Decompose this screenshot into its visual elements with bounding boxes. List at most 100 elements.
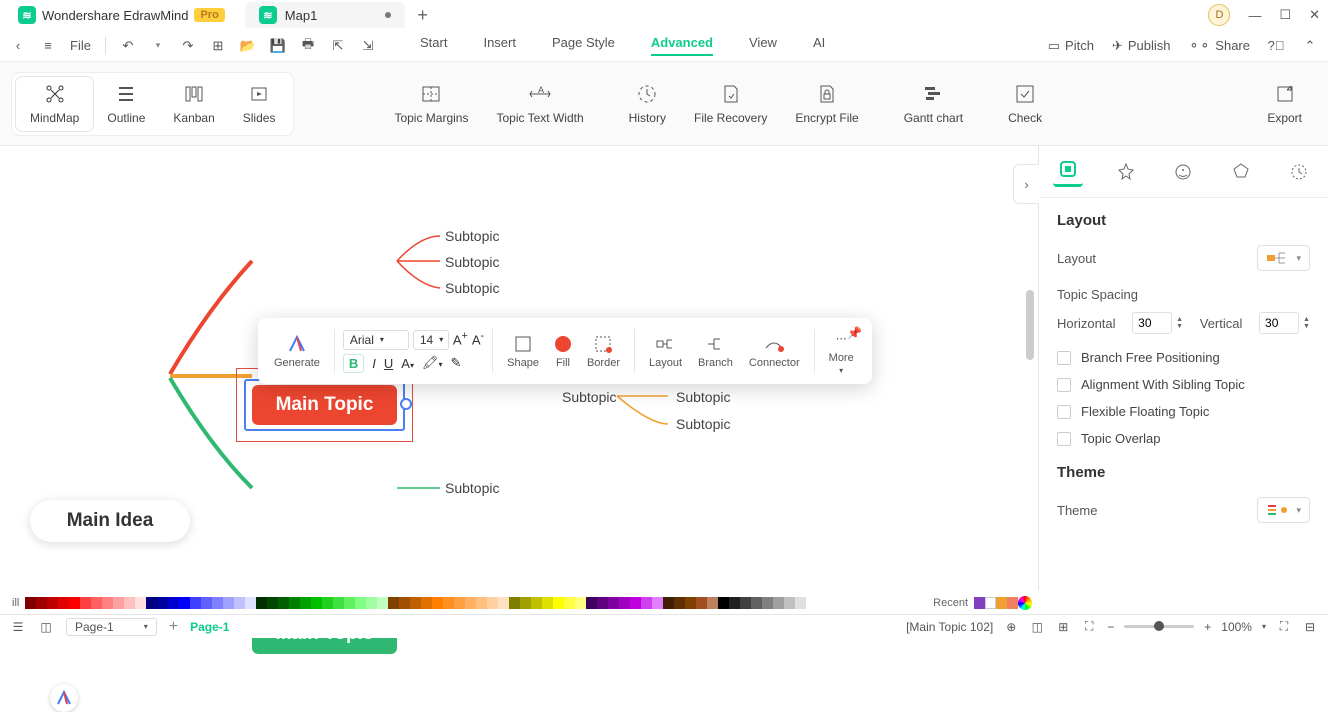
pin-icon[interactable]: 📌: [847, 326, 862, 340]
subtopic-node[interactable]: Subtopic: [445, 480, 499, 496]
font-select[interactable]: Arial▾: [343, 330, 409, 350]
color-swatch[interactable]: [135, 597, 146, 609]
color-swatch[interactable]: [564, 597, 575, 609]
export-button[interactable]: Export: [1253, 77, 1316, 131]
color-swatch[interactable]: [542, 597, 553, 609]
color-swatch[interactable]: [190, 597, 201, 609]
tab-start[interactable]: Start: [420, 35, 447, 56]
check-button[interactable]: Check: [994, 77, 1056, 131]
h-spinner[interactable]: ▲▼: [1176, 316, 1183, 330]
panel-tab-layout[interactable]: [1053, 157, 1083, 187]
color-swatch[interactable]: [25, 597, 36, 609]
tab-advanced[interactable]: Advanced: [651, 35, 713, 56]
color-swatch[interactable]: [652, 597, 663, 609]
branch-free-checkbox[interactable]: Branch Free Positioning: [1057, 350, 1310, 365]
tab-insert[interactable]: Insert: [483, 35, 516, 56]
layout-button[interactable]: Layout: [643, 333, 688, 369]
view-slides[interactable]: Slides: [229, 77, 290, 131]
color-swatch[interactable]: [322, 597, 333, 609]
color-swatch[interactable]: [641, 597, 652, 609]
color-swatch[interactable]: [201, 597, 212, 609]
color-swatch[interactable]: [333, 597, 344, 609]
publish-button[interactable]: ✈Publish: [1112, 38, 1171, 54]
fill-button[interactable]: Fill: [549, 333, 577, 369]
align-sibling-checkbox[interactable]: Alignment With Sibling Topic: [1057, 377, 1310, 392]
color-wheel-icon[interactable]: [1018, 596, 1032, 610]
print-icon[interactable]: 🖶: [300, 38, 316, 54]
color-swatch[interactable]: [476, 597, 487, 609]
undo-icon[interactable]: ↶: [120, 38, 136, 54]
panel-collapse-button[interactable]: ›: [1013, 164, 1039, 204]
topic-margins-button[interactable]: Topic Margins: [380, 77, 482, 131]
new-icon[interactable]: ⊞: [210, 38, 226, 54]
subtopic-node[interactable]: Subtopic: [445, 228, 499, 244]
minimize-panel-icon[interactable]: ⊟: [1302, 619, 1318, 635]
color-swatch[interactable]: [597, 597, 608, 609]
font-color-button[interactable]: A▾: [401, 356, 414, 371]
zoom-in-button[interactable]: +: [1204, 620, 1211, 634]
color-swatch[interactable]: [91, 597, 102, 609]
color-swatch[interactable]: [80, 597, 91, 609]
color-swatch[interactable]: [223, 597, 234, 609]
topic-text-width-button[interactable]: ATopic Text Width: [482, 77, 597, 131]
color-swatch[interactable]: [113, 597, 124, 609]
color-swatch[interactable]: [674, 597, 685, 609]
save-icon[interactable]: 💾: [270, 38, 286, 54]
fullscreen-icon[interactable]: ⛶: [1276, 619, 1292, 635]
horizontal-input[interactable]: [1132, 312, 1172, 334]
color-swatch[interactable]: [355, 597, 366, 609]
color-swatch[interactable]: [168, 597, 179, 609]
tab-ai[interactable]: AI: [813, 35, 825, 56]
color-swatch[interactable]: [487, 597, 498, 609]
theme-select[interactable]: ▾: [1257, 497, 1310, 523]
color-swatch[interactable]: [740, 597, 751, 609]
color-swatch[interactable]: [245, 597, 256, 609]
vertical-input[interactable]: [1259, 312, 1299, 334]
add-tab-button[interactable]: +: [417, 5, 428, 26]
color-swatch[interactable]: [421, 597, 432, 609]
page-selector[interactable]: Page-1▾: [66, 618, 157, 636]
grow-font-icon[interactable]: A+: [453, 330, 468, 350]
grid-icon[interactable]: ⊞: [1055, 619, 1071, 635]
panel-toggle-icon[interactable]: ◫: [38, 619, 54, 635]
color-swatch[interactable]: [179, 597, 190, 609]
main-topic-red[interactable]: Main Topic: [252, 385, 397, 425]
color-swatch[interactable]: [69, 597, 80, 609]
color-swatch[interactable]: [553, 597, 564, 609]
color-swatch[interactable]: [751, 597, 762, 609]
color-swatch[interactable]: [784, 597, 795, 609]
color-swatch[interactable]: [410, 597, 421, 609]
recent-swatch[interactable]: [1007, 597, 1018, 609]
connector-button[interactable]: Connector: [743, 333, 806, 369]
color-swatch[interactable]: [58, 597, 69, 609]
border-button[interactable]: Border: [581, 333, 626, 369]
shrink-font-icon[interactable]: A-: [472, 330, 484, 350]
color-swatch[interactable]: [377, 597, 388, 609]
help-icon[interactable]: ?⃝: [1268, 38, 1284, 54]
encrypt-file-button[interactable]: Encrypt File: [781, 77, 872, 131]
color-swatch[interactable]: [102, 597, 113, 609]
zoom-slider[interactable]: [1124, 625, 1194, 628]
document-tab[interactable]: ≋ Map1: [245, 2, 406, 28]
color-swatch[interactable]: [344, 597, 355, 609]
color-swatch[interactable]: [443, 597, 454, 609]
share-button[interactable]: ⚬⚬Share: [1189, 38, 1251, 54]
recent-swatch[interactable]: [974, 597, 985, 609]
color-swatch[interactable]: [630, 597, 641, 609]
color-swatch[interactable]: [685, 597, 696, 609]
color-swatch[interactable]: [718, 597, 729, 609]
panel-tab-style[interactable]: [1111, 157, 1141, 187]
maximize-button[interactable]: ☐: [1279, 7, 1291, 23]
outline-toggle-icon[interactable]: ☰: [10, 619, 26, 635]
color-swatch[interactable]: [234, 597, 245, 609]
close-button[interactable]: ✕: [1309, 7, 1320, 23]
panel-tab-icon[interactable]: [1168, 157, 1198, 187]
clear-format-button[interactable]: ✎: [451, 355, 462, 371]
underline-button[interactable]: U: [384, 356, 393, 371]
minimize-button[interactable]: —: [1248, 8, 1261, 23]
view-kanban[interactable]: Kanban: [159, 77, 228, 131]
color-swatch[interactable]: [531, 597, 542, 609]
open-icon[interactable]: 📂: [240, 38, 256, 54]
color-swatch[interactable]: [124, 597, 135, 609]
color-swatch[interactable]: [729, 597, 740, 609]
